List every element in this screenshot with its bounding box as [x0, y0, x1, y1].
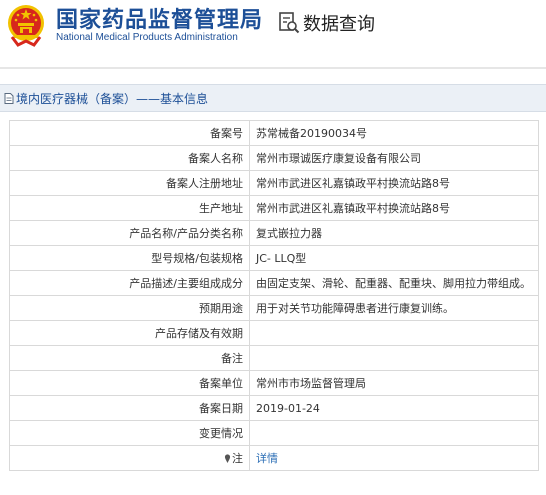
- field-label: 预期用途: [9, 295, 250, 321]
- field-value: [249, 345, 539, 371]
- agency-title-en: National Medical Products Administration: [56, 32, 238, 43]
- field-label: 产品名称/产品分类名称: [9, 220, 250, 246]
- field-value: 用于对关节功能障碍患者进行康复训练。: [249, 295, 539, 321]
- table-row: 备案人名称 常州市璟诚医疗康复设备有限公司: [9, 145, 539, 171]
- note-value-cell: 详情: [249, 445, 539, 471]
- field-value: 常州市璟诚医疗康复设备有限公司: [249, 145, 539, 171]
- field-value: JC- LLQ型: [249, 245, 539, 271]
- field-label: 备案人注册地址: [9, 170, 250, 196]
- field-value: 常州市武进区礼嘉镇政平村换流站路8号: [249, 170, 539, 196]
- field-value: [249, 320, 539, 346]
- field-value: 由固定支架、滑轮、配重器、配重块、脚用拉力带组成。: [249, 270, 539, 296]
- field-label: 变更情况: [9, 420, 250, 446]
- field-value: [249, 420, 539, 446]
- header-divider: [0, 67, 546, 69]
- national-emblem-icon: [8, 5, 44, 47]
- field-value: 苏常械备20190034号: [249, 120, 539, 146]
- table-row: 产品描述/主要组成成分 由固定支架、滑轮、配重器、配重块、脚用拉力带组成。: [9, 270, 539, 296]
- table-row: 预期用途 用于对关节功能障碍患者进行康复训练。: [9, 295, 539, 321]
- table-row: 产品名称/产品分类名称 复式嵌拉力器: [9, 220, 539, 246]
- field-label: 型号规格/包装规格: [9, 245, 250, 271]
- field-label: 产品存储及有效期: [9, 320, 250, 346]
- field-label: 备案人名称: [9, 145, 250, 171]
- field-label: 备案单位: [9, 370, 250, 396]
- table-row: 生产地址 常州市武进区礼嘉镇政平村换流站路8号: [9, 195, 539, 221]
- field-label: 备注: [9, 345, 250, 371]
- table-row: 备案单位 常州市市场监督管理局: [9, 370, 539, 396]
- note-label-cell: 注: [9, 445, 250, 471]
- detail-link[interactable]: 详情: [256, 452, 278, 465]
- table-row: 型号规格/包装规格 JC- LLQ型: [9, 245, 539, 271]
- note-row: 注详情: [9, 445, 539, 471]
- site-header: 国家药品监督管理局 National Medical Products Admi…: [0, 0, 546, 56]
- table-row: 产品存储及有效期: [9, 320, 539, 346]
- table-row: 备注: [9, 345, 539, 371]
- field-label: 生产地址: [9, 195, 250, 221]
- note-label: 注: [232, 452, 243, 465]
- field-value: 2019-01-24: [249, 395, 539, 421]
- table-row: 备案日期 2019-01-24: [9, 395, 539, 421]
- record-table: 备案号 苏常械备20190034号 备案人名称 常州市璟诚医疗康复设备有限公司 备案人注…: [9, 120, 539, 471]
- breadcrumb-text: 境内医疗器械（备案）——基本信息: [16, 92, 209, 106]
- table-row: 备案人注册地址 常州市武进区礼嘉镇政平村换流站路8号: [9, 170, 539, 196]
- pin-icon: [224, 454, 231, 463]
- agency-title-cn: 国家药品监督管理局: [56, 8, 264, 33]
- data-query-label[interactable]: 数据查询: [303, 10, 375, 36]
- field-label: 产品描述/主要组成成分: [9, 270, 250, 296]
- field-value: 常州市市场监督管理局: [249, 370, 539, 396]
- field-value: 复式嵌拉力器: [249, 220, 539, 246]
- field-label: 备案日期: [9, 395, 250, 421]
- field-label: 备案号: [9, 120, 250, 146]
- data-query-icon: [279, 12, 300, 34]
- table-row: 变更情况: [9, 420, 539, 446]
- table-row: 备案号 苏常械备20190034号: [9, 120, 539, 146]
- field-value: 常州市武进区礼嘉镇政平村换流站路8号: [249, 195, 539, 221]
- document-icon: [4, 93, 14, 104]
- breadcrumb: 境内医疗器械（备案）——基本信息: [0, 84, 546, 112]
